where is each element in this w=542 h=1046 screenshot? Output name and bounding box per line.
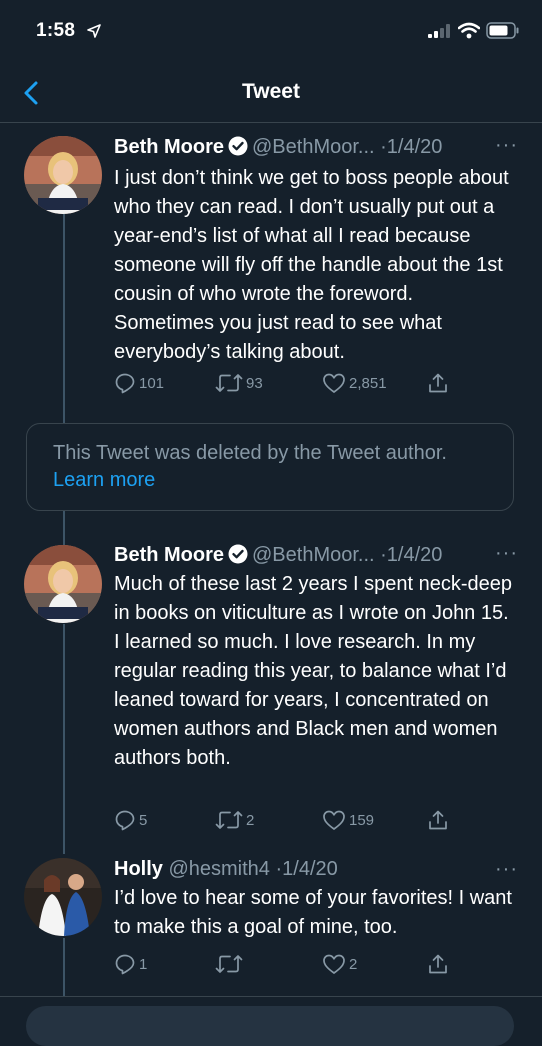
share-icon <box>429 373 447 393</box>
retweet-count: 93 <box>246 374 263 392</box>
reply-input[interactable] <box>26 1006 514 1046</box>
more-options-icon[interactable]: ··· <box>495 858 518 881</box>
tweet-date[interactable]: ·1/4/20 <box>380 544 442 566</box>
reply-icon <box>115 810 135 831</box>
like-button[interactable]: 2 <box>322 953 357 975</box>
thread-connector <box>63 624 65 854</box>
share-icon <box>429 810 447 830</box>
deleted-tweet-notice: This Tweet was deleted by the Tweet auth… <box>26 423 514 511</box>
heart-icon <box>323 954 345 974</box>
heart-icon <box>323 373 345 393</box>
author-name[interactable]: Beth Moore <box>114 544 224 566</box>
reply-button[interactable]: 101 <box>114 372 164 394</box>
share-button[interactable] <box>427 953 452 975</box>
retweet-count: 2 <box>246 811 255 829</box>
share-button[interactable] <box>427 372 452 394</box>
author-handle[interactable]: @BethMoor... <box>252 544 375 566</box>
tweet-header: Beth Moore @BethMoor... ·1/4/20 <box>114 544 442 567</box>
reply-button[interactable]: 1 <box>114 953 147 975</box>
reply-count: 5 <box>139 811 148 829</box>
avatar[interactable] <box>24 136 102 214</box>
verified-badge-icon <box>228 544 248 564</box>
verified-badge-icon <box>228 136 248 156</box>
heart-icon <box>323 810 345 830</box>
reply-button[interactable]: 5 <box>114 809 147 831</box>
retweet-button[interactable]: 93 <box>215 372 263 394</box>
thread-connector <box>63 938 65 996</box>
battery-icon <box>486 22 519 39</box>
tweet-text: I just don’t think we get to boss people… <box>114 167 509 363</box>
navigation-bar: Tweet <box>0 64 542 123</box>
author-name[interactable]: Holly <box>114 858 163 880</box>
tweet-date[interactable]: ·1/4/20 <box>380 136 442 158</box>
reply-count: 101 <box>139 374 165 392</box>
retweet-icon <box>215 811 243 829</box>
share-button[interactable] <box>427 809 452 831</box>
tweet-date[interactable]: ·1/4/20 <box>276 858 338 880</box>
thread-connector <box>63 511 65 545</box>
learn-more-link[interactable]: Learn more <box>53 469 155 491</box>
tweet-header: Holly @hesmith4 ·1/4/20 <box>114 858 338 881</box>
tweet-header: Beth Moore @BethMoor... ·1/4/20 <box>114 136 442 159</box>
author-handle[interactable]: @hesmith4 <box>168 858 269 880</box>
thread-connector <box>63 214 65 424</box>
retweet-button[interactable] <box>215 953 246 975</box>
like-button[interactable]: 2,851 <box>322 372 387 394</box>
wifi-icon <box>458 22 480 39</box>
like-count: 159 <box>349 811 375 829</box>
reply-count: 1 <box>139 955 148 973</box>
retweet-icon <box>215 955 243 973</box>
reply-icon <box>115 954 135 975</box>
retweet-button[interactable]: 2 <box>215 809 254 831</box>
more-options-icon[interactable]: ··· <box>495 134 518 157</box>
like-count: 2 <box>349 955 358 973</box>
share-icon <box>429 954 447 974</box>
like-count: 2,851 <box>349 374 387 392</box>
cellular-signal-icon <box>428 24 450 38</box>
avatar[interactable] <box>24 858 102 936</box>
deleted-tweet-text: This Tweet was deleted by the Tweet auth… <box>53 442 447 464</box>
author-handle[interactable]: @BethMoor... <box>252 136 375 158</box>
status-bar: 1:58 <box>0 0 542 64</box>
divider <box>0 996 542 997</box>
status-time: 1:58 <box>36 20 76 41</box>
tweet-text: I’d love to hear some of your favorites!… <box>114 887 512 938</box>
avatar[interactable] <box>24 545 102 623</box>
author-name[interactable]: Beth Moore <box>114 136 224 158</box>
page-title: Tweet <box>242 80 300 103</box>
location-arrow-icon <box>87 24 101 38</box>
more-options-icon[interactable]: ··· <box>495 542 518 565</box>
like-button[interactable]: 159 <box>322 809 374 831</box>
reply-icon <box>115 373 135 394</box>
tweet-text: Much of these last 2 years I spent neck-… <box>114 573 512 769</box>
retweet-icon <box>215 374 243 392</box>
